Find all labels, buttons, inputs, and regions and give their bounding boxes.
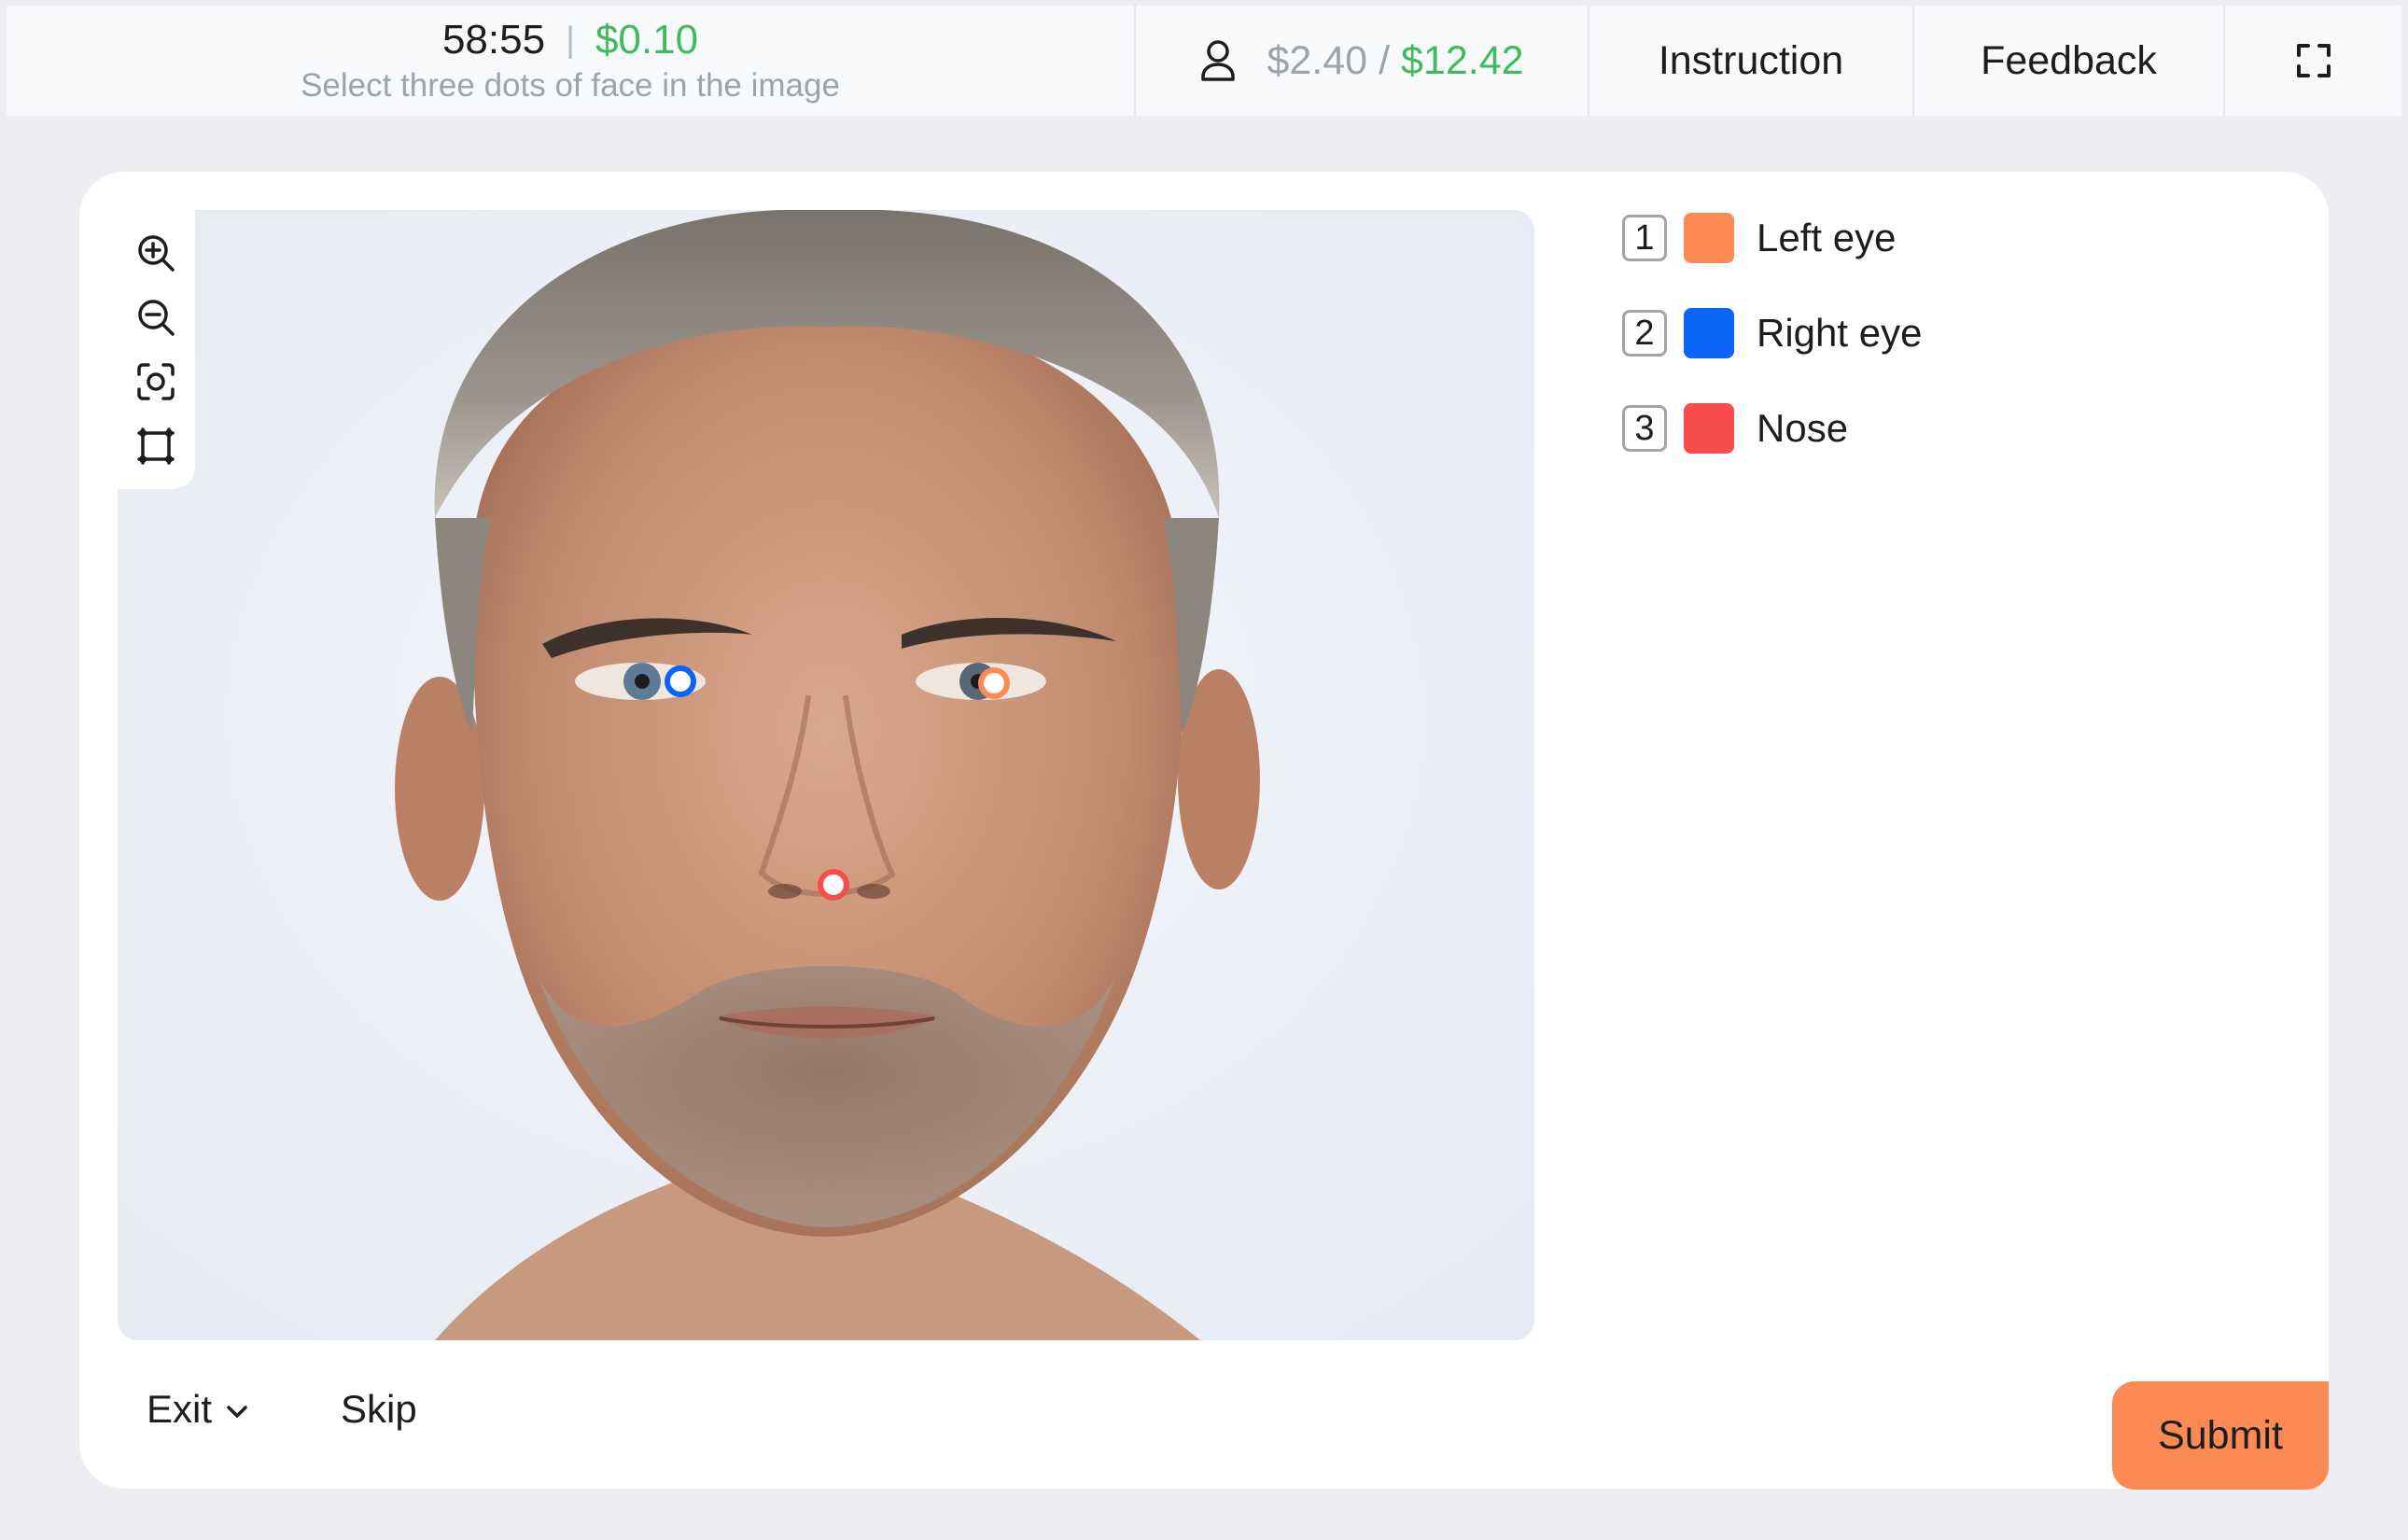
user-icon: [1201, 40, 1236, 81]
balance-separator: /: [1379, 37, 1391, 83]
task-hint: Select three dots of face in the image: [301, 67, 840, 104]
skip-label: Skip: [341, 1387, 417, 1431]
face-photo: [118, 210, 1534, 1340]
label-number: 1: [1622, 215, 1667, 261]
balance-current: $2.40: [1267, 37, 1368, 83]
task-info: 58:55 | $0.10 Select three dots of face …: [7, 6, 1136, 116]
left-eye-point[interactable]: [978, 667, 1010, 699]
annotation-panel: 1 Left eye 2 Right eye 3 Nose Exit Skip …: [79, 172, 2329, 1490]
right-eye-point[interactable]: [665, 665, 696, 697]
label-color-swatch: [1684, 213, 1734, 263]
exit-label: Exit: [147, 1387, 213, 1431]
bounding-box-icon: [137, 427, 175, 465]
zoom-in-icon: [138, 234, 175, 272]
feedback-label: Feedback: [1981, 37, 2157, 83]
fullscreen-icon: [2296, 44, 2331, 77]
task-price: $0.10: [595, 17, 699, 63]
nose-point[interactable]: [818, 869, 849, 901]
label-number: 2: [1622, 310, 1667, 357]
separator: |: [566, 21, 575, 60]
focus-icon: [137, 362, 175, 400]
fullscreen-button[interactable]: [2225, 6, 2401, 116]
zoom-in-button[interactable]: [133, 231, 178, 273]
label-right-eye[interactable]: 2 Right eye: [1622, 304, 1922, 362]
label-number: 3: [1622, 405, 1667, 452]
timer: 58:55: [441, 17, 546, 63]
label-nose[interactable]: 3 Nose: [1622, 399, 1922, 457]
submit-button[interactable]: Submit: [2112, 1381, 2329, 1490]
zoom-out-icon: [138, 299, 175, 336]
balance-total: $12.42: [1401, 37, 1524, 83]
skip-button[interactable]: Skip: [341, 1387, 417, 1432]
label-color-swatch: [1684, 308, 1734, 358]
label-left-eye[interactable]: 1 Left eye: [1622, 209, 1922, 267]
submit-label: Submit: [2158, 1412, 2283, 1458]
label-legend: 1 Left eye 2 Right eye 3 Nose: [1622, 209, 1922, 495]
label-text: Left eye: [1757, 216, 1897, 259]
chevron-down-icon: [227, 1406, 247, 1418]
feedback-button[interactable]: Feedback: [1914, 6, 2225, 116]
bounding-box-button[interactable]: [133, 425, 178, 467]
zoom-out-button[interactable]: [133, 296, 178, 338]
focus-button[interactable]: [133, 360, 178, 402]
instruction-button[interactable]: Instruction: [1589, 6, 1914, 116]
label-text: Nose: [1757, 406, 1849, 450]
image-toolbar: [117, 209, 195, 489]
instruction-label: Instruction: [1658, 37, 1844, 83]
label-text: Right eye: [1757, 311, 1923, 355]
balance: $2.40 / $12.42: [1136, 6, 1589, 116]
top-bar: 58:55 | $0.10 Select three dots of face …: [7, 6, 2401, 116]
exit-button[interactable]: Exit: [147, 1387, 249, 1432]
label-color-swatch: [1684, 403, 1734, 454]
annotation-image[interactable]: [118, 210, 1534, 1340]
